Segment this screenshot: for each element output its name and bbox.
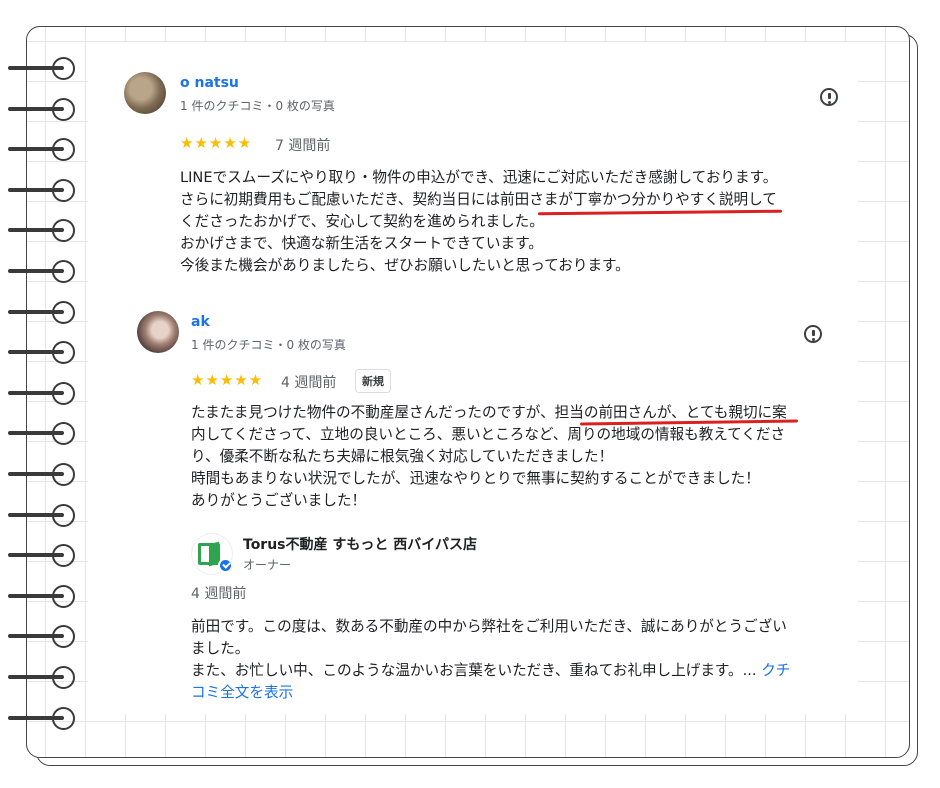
reviewer-name[interactable]: o natsu	[180, 75, 239, 91]
spiral-ring	[8, 503, 78, 527]
owner-name: Torus不動産 すもっと 西バイパス店	[243, 537, 477, 553]
verified-check-icon	[218, 558, 233, 573]
spiral-ring	[8, 178, 78, 202]
report-flag-icon[interactable]	[820, 88, 838, 106]
reply-date: 4 週間前	[191, 586, 247, 602]
review-text: たまたま見つけた物件の不動産屋さんだったのですが、担当の前田さんが、とても親切に…	[191, 404, 787, 509]
spiral-ring	[8, 218, 78, 243]
spiral-ring	[8, 462, 78, 486]
spiral-ring	[8, 421, 78, 446]
reviewer-meta: 1 件のクチコミ・0 枚の写真	[180, 99, 335, 113]
spiral-ring	[8, 584, 78, 608]
star-rating: ★★★★★	[180, 134, 253, 152]
spiral-ring	[8, 300, 78, 324]
reply-text: 前田です。この度は、数ある不動産の中から弊社をご利用いただき、誠にありがとうござ…	[191, 616, 851, 704]
owner-role: オーナー	[243, 558, 292, 572]
spiral-ring	[8, 706, 78, 730]
spiral-ring	[8, 97, 78, 121]
spiral-ring	[8, 381, 78, 405]
door-logo-icon	[198, 543, 220, 565]
star-rating: ★★★★★	[191, 371, 264, 389]
review-text: LINEでスムーズにやり取り・物件の申込ができ、迅速にご対応いただき感謝しており…	[180, 169, 778, 274]
owner-avatar[interactable]	[192, 534, 233, 574]
avatar[interactable]	[137, 311, 179, 353]
spiral-ring	[8, 137, 78, 162]
new-badge: 新規	[355, 369, 391, 393]
avatar[interactable]	[124, 72, 166, 114]
spiral-ring	[8, 665, 78, 689]
reviewer-meta: 1 件のクチコミ・0 枚の写真	[191, 338, 346, 352]
spiral-ring	[8, 624, 78, 649]
review-date: 4 週間前	[281, 375, 337, 391]
spiral-ring	[8, 259, 78, 283]
spiral-ring	[8, 340, 78, 365]
review-date: 7 週間前	[275, 138, 331, 154]
spiral-ring	[8, 56, 78, 80]
reply-text-content: 前田です。この度は、数ある不動産の中から弊社をご利用いただき、誠にありがとうござ…	[191, 618, 787, 679]
report-flag-icon[interactable]	[804, 325, 822, 343]
spiral-ring	[8, 543, 78, 568]
reviewer-name[interactable]: ak	[191, 314, 210, 330]
